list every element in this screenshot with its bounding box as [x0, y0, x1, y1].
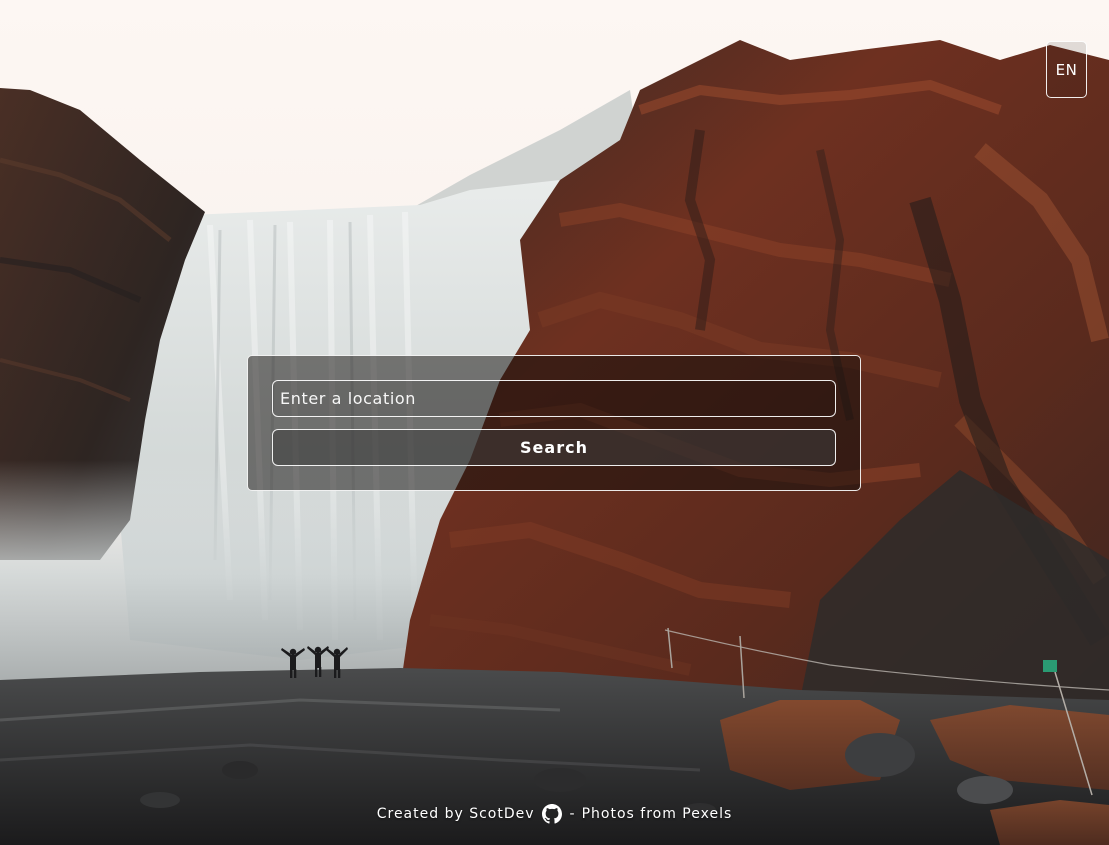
github-icon[interactable] — [541, 804, 562, 824]
search-panel: Search — [247, 355, 861, 491]
page: EN Search Created by ScotDev - Photos fr… — [0, 0, 1109, 845]
author-link[interactable]: ScotDev — [469, 806, 534, 822]
footer: Created by ScotDev - Photos from Pexels — [0, 800, 1109, 828]
footer-created-by-text: Created by — [376, 806, 464, 822]
language-button[interactable]: EN — [1046, 41, 1087, 98]
location-search-input[interactable] — [272, 380, 836, 417]
footer-separator: - — [569, 806, 576, 822]
search-button[interactable]: Search — [272, 429, 836, 466]
pexels-link[interactable]: Photos from Pexels — [582, 806, 733, 822]
